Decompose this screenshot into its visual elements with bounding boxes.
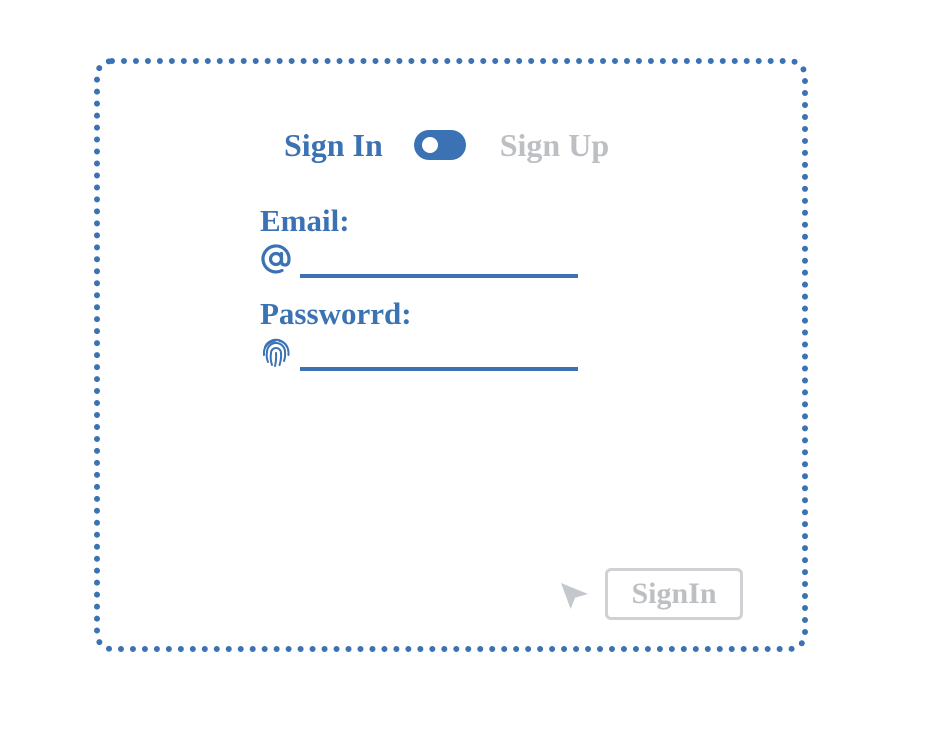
toggle-knob [421,137,438,153]
email-field[interactable] [300,244,578,278]
email-label: Email: [260,203,350,238]
mouse-pointer-icon [558,580,592,614]
mode-switch: Sign In Sign Up [284,128,609,162]
mode-toggle[interactable] [413,130,466,160]
password-field[interactable] [300,337,578,371]
password-label: Passworrd: [260,296,412,331]
password-row [260,335,580,371]
sign-in-button[interactable]: SignIn [605,568,743,620]
sign-up-mode-label[interactable]: Sign Up [500,128,609,162]
at-sign-icon [260,242,292,276]
email-row [260,242,580,278]
fingerprint-icon [260,335,292,369]
sign-in-mode-label[interactable]: Sign In [284,128,383,162]
